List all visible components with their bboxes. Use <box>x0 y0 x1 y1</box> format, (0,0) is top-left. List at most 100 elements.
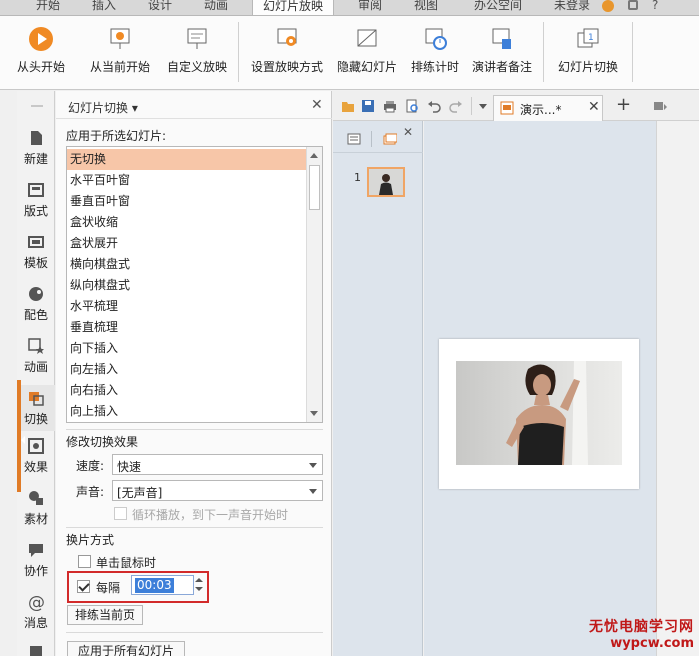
apply-all-button[interactable]: 应用于所有幻灯片 <box>67 641 185 656</box>
transition-list[interactable]: 无切换 水平百叶窗 垂直百叶窗 盒状收缩 盒状展开 横向棋盘式 纵向棋盘式 水平… <box>66 146 323 423</box>
document-title: 演示...* <box>520 103 562 117</box>
nav-item-layout[interactable]: 版式 <box>17 181 55 219</box>
ribbon-divider <box>238 22 239 82</box>
every-checkbox[interactable] <box>77 580 90 593</box>
divider <box>66 632 323 633</box>
canvas-scrollbar[interactable] <box>656 121 699 656</box>
slide-photo[interactable] <box>456 361 622 465</box>
rehearse-label: 排练计时 <box>410 60 459 74</box>
tab-slideshow[interactable]: 幻灯片放映 <box>252 0 334 15</box>
nav-item-animation[interactable]: 动画 <box>17 337 55 375</box>
list-item[interactable]: 向下插入 <box>67 338 307 359</box>
outline-view-icon[interactable] <box>347 133 361 145</box>
tab-office-space[interactable]: 办公空间 <box>468 0 528 15</box>
divider <box>66 527 323 528</box>
redo-icon[interactable] <box>449 99 463 113</box>
tab-insert[interactable]: 插入 <box>86 0 122 15</box>
print-icon[interactable] <box>383 99 397 113</box>
list-scrollbar[interactable] <box>306 147 322 422</box>
tab-design[interactable]: 设计 <box>142 0 178 15</box>
list-item[interactable]: 垂直百叶窗 <box>67 191 307 212</box>
scroll-thumb[interactable] <box>309 165 320 210</box>
loop-checkbox[interactable] <box>114 507 127 520</box>
hide-slide-button[interactable]: 隐藏幻灯片 <box>332 22 402 82</box>
slide-view-icon[interactable] <box>383 133 397 145</box>
slide-transition-button[interactable]: 1 幻灯片切换 <box>550 22 626 82</box>
window-list-icon[interactable] <box>653 99 667 113</box>
tab-home[interactable]: 开始 <box>30 0 66 15</box>
nav-item-color-scheme[interactable]: 配色 <box>17 285 55 323</box>
list-item[interactable]: 横向棋盘式 <box>67 254 307 275</box>
preview-icon[interactable] <box>405 99 419 113</box>
list-item[interactable]: 纵向棋盘式 <box>67 275 307 296</box>
nav-item-messages[interactable]: @ 消息 <box>17 593 55 631</box>
stepper-down-icon[interactable] <box>195 587 203 591</box>
slide[interactable] <box>439 339 639 489</box>
list-item[interactable]: 盒状展开 <box>67 233 307 254</box>
tab-animation[interactable]: 动画 <box>198 0 234 15</box>
new-page-icon <box>31 131 42 145</box>
nav-item-new[interactable]: 新建 <box>17 129 55 167</box>
list-item[interactable]: 水平梳理 <box>67 296 307 317</box>
list-item[interactable]: 垂直梳理 <box>67 317 307 338</box>
list-item[interactable]: 无切换 <box>67 149 307 170</box>
interval-input[interactable]: 00:03 <box>131 575 194 595</box>
setup-projector-icon <box>277 28 297 46</box>
rehearse-current-button[interactable]: 排练当前页 <box>67 605 143 625</box>
watermark: 无忧电脑学习网 wypcw.com <box>589 616 694 651</box>
tab-review[interactable]: 审阅 <box>352 0 388 15</box>
divider <box>66 429 323 430</box>
animation-star-icon <box>28 338 44 354</box>
document-tab[interactable]: 演示...* ✕ <box>493 95 603 121</box>
list-item[interactable]: 向右插入 <box>67 380 307 401</box>
nav-label: 协作 <box>23 564 48 578</box>
nav-label: 素材 <box>23 512 48 526</box>
close-icon[interactable]: ✕ <box>403 125 413 139</box>
close-icon[interactable]: ✕ <box>311 97 323 113</box>
nav-item-collaborate[interactable]: 协作 <box>17 541 55 579</box>
setup-show-button[interactable]: 设置放映方式 <box>246 22 328 82</box>
from-start-button[interactable]: 从头开始 <box>2 22 80 82</box>
interval-value: 00:03 <box>135 578 174 593</box>
nav-item-template[interactable]: 模板 <box>17 233 55 271</box>
sound-select[interactable]: [无声音] <box>112 480 323 501</box>
divider <box>56 118 332 119</box>
toolbar-dropdown-icon[interactable] <box>479 104 487 109</box>
settings-icon[interactable] <box>628 0 638 10</box>
presenter-notes-button[interactable]: 演讲者备注 <box>466 22 538 82</box>
grip-icon[interactable] <box>31 105 43 107</box>
new-tab-icon[interactable]: + <box>616 94 631 115</box>
tab-login[interactable]: 未登录 <box>548 0 596 15</box>
list-item[interactable]: 盒状收缩 <box>67 212 307 233</box>
scroll-down-icon[interactable] <box>310 411 318 416</box>
list-item[interactable]: 水平百叶窗 <box>67 170 307 191</box>
save-icon[interactable] <box>361 99 375 113</box>
scroll-up-icon[interactable] <box>310 153 318 158</box>
nav-item-transition[interactable]: 切换 <box>17 385 55 431</box>
open-folder-icon[interactable] <box>341 99 355 113</box>
pane-title[interactable]: 幻灯片切换 ▾ <box>68 99 138 116</box>
help-icon[interactable]: ? <box>652 0 658 12</box>
list-item[interactable]: 向上插入 <box>67 401 307 422</box>
from-current-button[interactable]: 从当前开始 <box>84 22 156 82</box>
sound-value: [无声音] <box>117 486 163 500</box>
nav-item-more[interactable] <box>17 643 55 656</box>
stepper-up-icon[interactable] <box>195 578 203 582</box>
custom-show-button[interactable]: 自定义放映 <box>160 22 234 82</box>
nav-item-materials[interactable]: 素材 <box>17 489 55 527</box>
svg-text:1: 1 <box>588 33 594 43</box>
undo-icon[interactable] <box>427 99 441 113</box>
interval-stepper[interactable] <box>193 575 205 595</box>
template-icon <box>28 236 44 248</box>
close-icon[interactable]: ✕ <box>588 99 600 115</box>
collapse-arrow-icon[interactable] <box>21 436 25 444</box>
list-item[interactable]: 向左插入 <box>67 359 307 380</box>
tab-view[interactable]: 视图 <box>408 0 444 15</box>
on-click-checkbox[interactable] <box>78 555 91 568</box>
rehearse-button[interactable]: 排练计时 <box>406 22 464 82</box>
thumbnail-tabs: ✕ <box>333 121 423 153</box>
speed-select[interactable]: 快速 <box>112 454 323 475</box>
slide-thumbnail[interactable] <box>367 167 405 197</box>
skin-icon[interactable] <box>602 0 614 12</box>
document-toolbar: 演示...* ✕ + <box>333 91 699 121</box>
